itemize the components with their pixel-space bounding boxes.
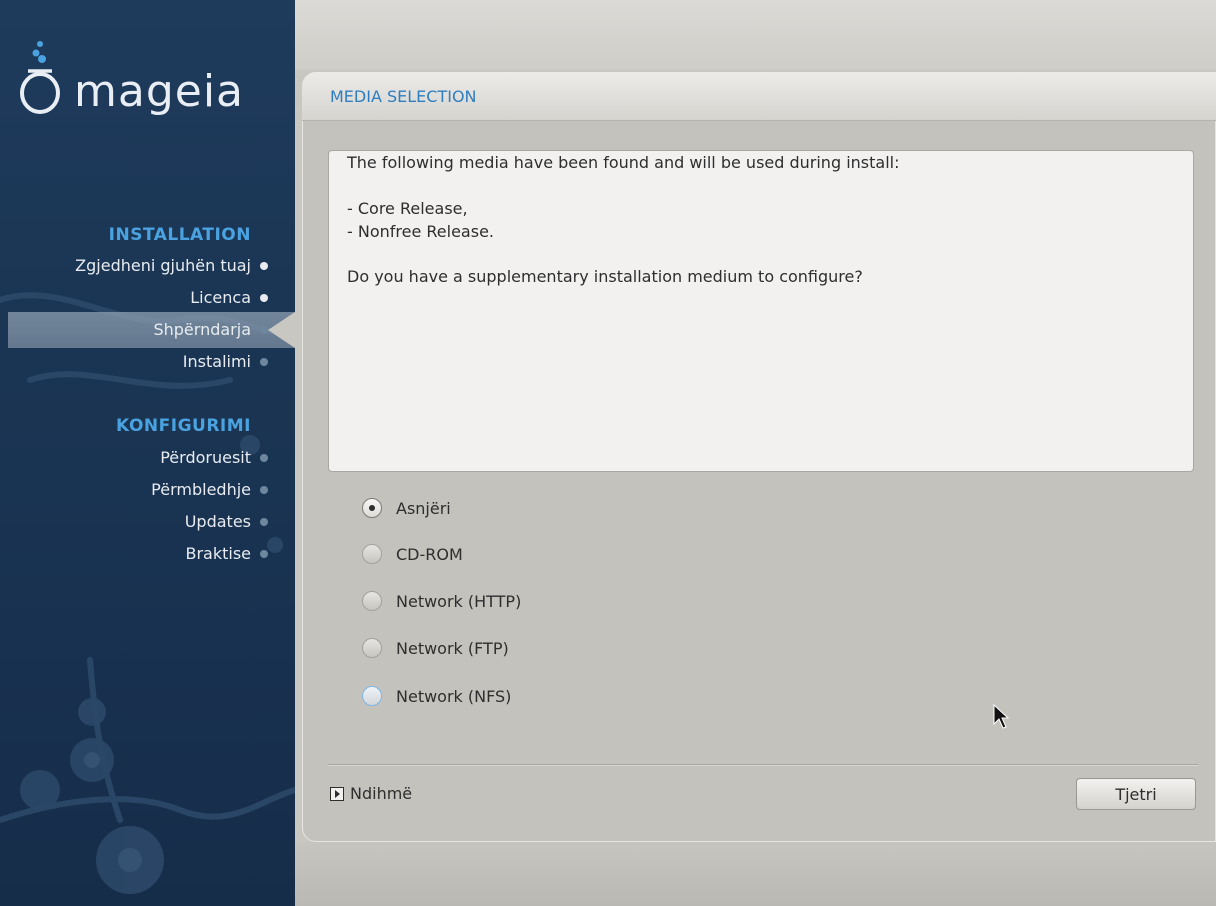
info-text-line: - Core Release, [347,199,468,218]
main-panel: MEDIA SELECTION The following media have… [302,72,1216,842]
top-band [295,0,1216,70]
bottom-band [295,842,1216,906]
radio-option-none[interactable]: Asnjëri [362,495,451,521]
sidebar-item-label: Updates [184,512,251,531]
sidebar-item-distribution: Shpërndarja [153,317,268,343]
section-title-installation: INSTALLATION [108,225,251,245]
sidebar-item-installation: Instalimi [182,349,268,375]
step-pending-dot [260,486,268,494]
radio-label[interactable]: Network (FTP) [396,639,509,658]
radio-label[interactable]: Network (NFS) [396,687,511,706]
installer-sidebar: mageia INSTALLATION Zgjedheni gjuhën tua… [0,0,295,906]
sidebar-item-label: Përmbledhje [151,480,251,499]
radio-label[interactable]: Network (HTTP) [396,592,521,611]
sidebar-item-label: Licenca [190,288,251,307]
step-pending-dot [260,550,268,558]
sidebar-item-exit: Braktise [185,541,268,567]
sidebar-item-summary: Përmbledhje [151,477,268,503]
current-step-highlight [8,312,295,348]
radio-option-cdrom[interactable]: CD-ROM [362,541,463,567]
sidebar-item-license: Licenca [190,285,268,311]
sidebar-item-label: Shpërndarja [153,320,251,339]
sidebar-item-language: Zgjedheni gjuhën tuaj [75,253,268,279]
sidebar-item-updates: Updates [184,509,268,535]
radio-option-ftp[interactable]: Network (FTP) [362,635,509,661]
media-info-box: The following media have been found and … [328,150,1194,472]
help-expander[interactable]: Ndihmë [330,784,412,803]
mouse-pointer-icon [993,704,1009,729]
radio-option-nfs[interactable]: Network (NFS) [362,683,511,709]
info-text-line: - Nonfree Release. [347,222,494,241]
help-label[interactable]: Ndihmë [350,784,412,803]
sidebar-item-label: Braktise [185,544,251,563]
radio-label[interactable]: CD-ROM [396,545,463,564]
radio-button[interactable] [362,544,382,564]
radio-button-checked[interactable] [362,498,382,518]
step-pending-dot [260,358,268,366]
sidebar-item-users: Përdoruesit [160,445,268,471]
sidebar-item-label: Zgjedheni gjuhën tuaj [75,256,251,275]
info-text-line: Do you have a supplementary installation… [347,267,863,286]
next-button[interactable]: Tjetri [1076,778,1196,810]
section-title-configuration: KONFIGURIMI [116,416,251,436]
radio-button[interactable] [362,638,382,658]
info-text-line: The following media have been found and … [347,153,900,172]
brand-name: mageia [74,66,245,117]
page-title: MEDIA SELECTION [330,87,477,106]
sidebar-item-label: Instalimi [182,352,251,371]
step-pending-dot [260,454,268,462]
radio-option-http[interactable]: Network (HTTP) [362,588,521,614]
sidebar-item-label: Përdoruesit [160,448,251,467]
current-step-arrow [268,312,295,348]
radio-button[interactable] [362,591,382,611]
step-done-dot [260,294,268,302]
step-current-dot [260,326,268,334]
button-separator [328,764,1198,765]
cauldron-icon [20,41,60,114]
step-done-dot [260,262,268,270]
expander-arrow-icon[interactable] [330,786,344,801]
step-pending-dot [260,518,268,526]
radio-button[interactable] [362,686,382,706]
radio-label[interactable]: Asnjëri [396,499,451,518]
panel-header: MEDIA SELECTION [302,72,1216,121]
